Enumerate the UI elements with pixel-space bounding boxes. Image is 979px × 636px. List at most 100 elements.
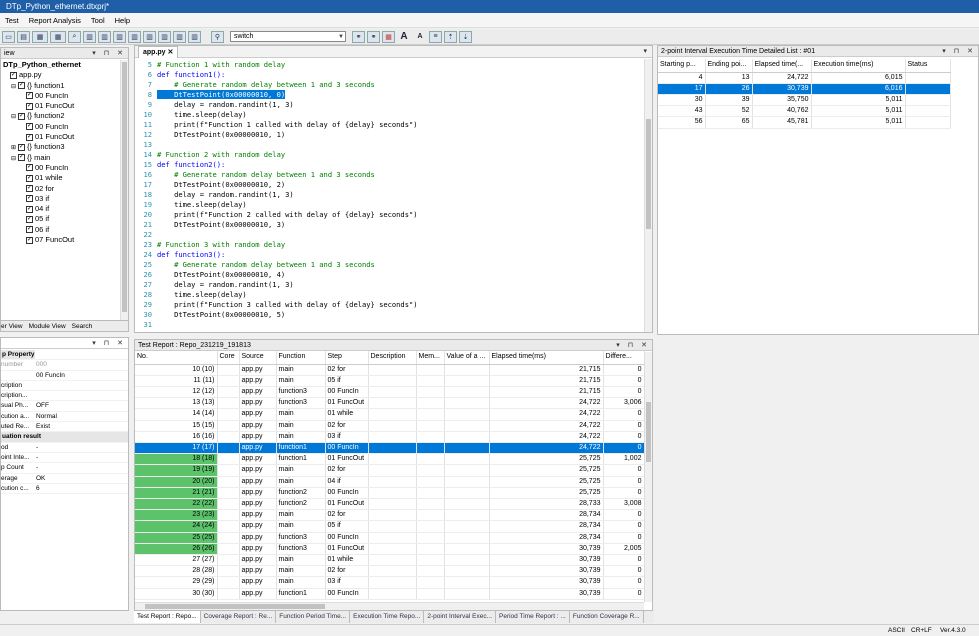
chevron-down-icon[interactable]: ▼ — [338, 32, 344, 42]
search-combo[interactable]: switch ▼ — [230, 31, 346, 42]
column-header[interactable]: Core — [217, 351, 240, 365]
code-line[interactable]: 18 delay = random.randint(1, 3) — [135, 190, 652, 200]
column-header[interactable]: Value of a ... — [444, 351, 490, 365]
code-line[interactable]: 30 DtTestPoint(0x00000010, 5) — [135, 310, 652, 320]
table-row[interactable]: 30 39 35,750 5,011 — [658, 94, 951, 107]
toolbar-find-icon[interactable]: ⚲ — [211, 30, 224, 43]
column-header[interactable]: Elapsed time(ms) — [489, 351, 604, 365]
move-up-icon[interactable]: ⇡ — [444, 30, 457, 43]
code-line[interactable]: 24 def function3(): — [135, 250, 652, 260]
table-row[interactable]: 24 (24) app.py main 05 if 28,734 0 — [135, 520, 645, 533]
checkbox[interactable]: ✓ — [26, 133, 33, 141]
property-row[interactable]: cription... — [1, 391, 128, 402]
property-row[interactable]: p Count - — [1, 463, 128, 474]
grid-color-icon[interactable]: ▦ — [382, 30, 395, 43]
font-increase-button[interactable]: A — [397, 31, 411, 42]
menu-item-2[interactable]: Tool — [91, 16, 105, 25]
table-row[interactable]: 43 52 40,762 5,011 — [658, 105, 951, 118]
checkbox[interactable]: ✓ — [18, 154, 25, 162]
code-line[interactable]: 27 delay = random.randint(1, 3) — [135, 280, 652, 290]
code-line[interactable]: 19 time.sleep(delay) — [135, 200, 652, 210]
tree-item[interactable]: ✓ 01 FuncOut — [3, 132, 126, 142]
tree-item[interactable]: ✓ 01 while — [3, 173, 126, 183]
code-line[interactable]: 7 # Generate random delay between 1 and … — [135, 80, 652, 90]
code-line[interactable]: 9 delay = random.randint(1, 3) — [135, 100, 652, 110]
code-line[interactable]: 8 DtTestPoint(0x00000010, 0) — [135, 90, 652, 100]
table-row[interactable]: 15 (15) app.py main 02 for 24,722 0 — [135, 420, 645, 432]
menu-item-3[interactable]: Help — [115, 16, 130, 25]
column-header[interactable]: Status — [905, 59, 951, 73]
table-row[interactable]: 25 (25) app.py function3 00 FuncIn 28,734 0 — [135, 532, 645, 544]
tree-item[interactable]: ✓ 00 FuncIn — [3, 163, 126, 173]
code-line[interactable]: 6 def function1(): — [135, 70, 652, 80]
checkbox[interactable]: ✓ — [26, 185, 33, 193]
tree-item[interactable]: ✓ 05 if — [3, 214, 126, 224]
checkbox[interactable]: ✓ — [26, 215, 33, 223]
tree-scrollbar[interactable] — [120, 60, 128, 320]
panel-controls-icon[interactable]: ▾ ⊓ ✕ — [942, 46, 976, 57]
checkbox[interactable]: ✓ — [18, 143, 25, 151]
code-line[interactable]: 14 # Function 2 with random delay — [135, 150, 652, 160]
tree-item[interactable]: ✓ 04 if — [3, 204, 126, 214]
code-line[interactable]: 22 — [135, 230, 652, 240]
checkbox[interactable]: ✓ — [26, 195, 33, 203]
toolbar-tool9-icon[interactable]: ▥ — [173, 30, 186, 43]
code-line[interactable]: 23 # Function 3 with random delay — [135, 240, 652, 250]
binoculars-icon[interactable]: ⚭ — [352, 30, 365, 43]
table-row[interactable]: 12 (12) app.py function3 00 FuncIn 21,715 0 — [135, 386, 645, 399]
table-row[interactable]: 17 (17) app.py function1 00 FuncIn 24,722 0 — [135, 442, 645, 455]
move-down-icon[interactable]: ⇣ — [459, 30, 472, 43]
column-header[interactable]: Function — [276, 351, 326, 365]
table-row[interactable]: 14 (14) app.py main 01 while 24,722 0 — [135, 408, 645, 421]
table-row[interactable]: 4 13 24,722 6,015 — [658, 72, 951, 84]
code-line[interactable]: 17 DtTestPoint(0x00000010, 2) — [135, 180, 652, 190]
tab-app-py[interactable]: app.py ✕ — [138, 46, 179, 58]
table-row[interactable]: 19 (19) app.py main 02 for 25,725 0 — [135, 464, 645, 477]
toolbar-tool4-icon[interactable]: ▥ — [98, 30, 111, 43]
tree-item[interactable]: ⊟ ✓{} main — [3, 153, 126, 163]
tree-item[interactable]: ✓ 00 FuncIn — [3, 122, 126, 132]
property-row[interactable]: sual Ph... OFF — [1, 401, 128, 412]
column-header[interactable]: Source — [239, 351, 277, 365]
property-row[interactable]: od - — [1, 443, 128, 453]
column-header[interactable]: Mem... — [416, 351, 445, 365]
checkbox[interactable]: ✓ — [10, 71, 17, 79]
tree-item[interactable]: ⊟ ✓{} function1 — [3, 81, 126, 91]
table-row[interactable]: 23 (23) app.py main 02 for 28,734 0 — [135, 509, 645, 522]
table-row[interactable]: 16 (16) app.py main 03 if 24,722 0 — [135, 431, 645, 443]
column-header[interactable]: Description — [368, 351, 417, 365]
table-row[interactable]: 22 (22) app.py function2 01 FuncOut 28,733 3,… — [135, 498, 645, 511]
code-line[interactable]: 12 DtTestPoint(0x00000010, 1) — [135, 130, 652, 140]
checkbox[interactable]: ✓ — [26, 164, 33, 172]
toolbar-tool5-icon[interactable]: ▥ — [113, 30, 126, 43]
report-tab[interactable]: Function Period Time... — [276, 611, 351, 623]
code-line[interactable]: 21 DtTestPoint(0x00000010, 3) — [135, 220, 652, 230]
toolbar-search-icon[interactable]: ⌕ — [68, 30, 81, 43]
property-row[interactable]: cution c... 6 — [1, 484, 128, 495]
binoculars-next-icon[interactable]: ⚭ — [367, 30, 380, 43]
panel-controls-icon[interactable]: ▾ ⊓ ✕ — [92, 48, 126, 59]
property-row[interactable]: uted Re... Exist — [1, 422, 128, 433]
tree-root[interactable]: DTp_Python_ethernet — [3, 60, 126, 70]
chevron-down-icon[interactable]: ▾ — [643, 46, 650, 57]
checkbox[interactable]: ✓ — [26, 236, 33, 244]
table-row[interactable]: 10 (10) app.py main 02 for 21,715 0 — [135, 364, 645, 376]
report-tab[interactable]: Period Time Report : ... — [496, 611, 570, 623]
table-row[interactable]: 28 (28) app.py main 02 for 30,739 0 — [135, 565, 645, 578]
table-row[interactable]: 21 (21) app.py function2 00 FuncIn 25,725 0 — [135, 487, 645, 499]
toolbar-tool8-icon[interactable]: ▥ — [158, 30, 171, 43]
font-decrease-button[interactable]: A — [413, 33, 427, 40]
property-row[interactable]: erage OK — [1, 474, 128, 484]
table-row[interactable]: 17 26 30,739 6,016 — [658, 83, 951, 95]
code-line[interactable]: 11 print(f"Function 1 called with delay … — [135, 120, 652, 130]
toolbar-tool6-icon[interactable]: ▥ — [128, 30, 141, 43]
toolbar-tool2-icon[interactable]: ▦ — [50, 30, 66, 43]
column-header[interactable]: Starting p... — [658, 59, 706, 73]
code-line[interactable]: 16 # Generate random delay between 1 and… — [135, 170, 652, 180]
tree-item[interactable]: ✓ 00 FuncIn — [3, 91, 126, 101]
code-line[interactable]: 29 print(f"Function 3 called with delay … — [135, 300, 652, 310]
menu-item-1[interactable]: Report Analysis — [29, 16, 81, 25]
tree-item[interactable]: ✓ 03 if — [3, 194, 126, 204]
property-row[interactable]: uation result — [1, 432, 128, 443]
tree-item[interactable]: ✓ 02 for — [3, 184, 126, 194]
